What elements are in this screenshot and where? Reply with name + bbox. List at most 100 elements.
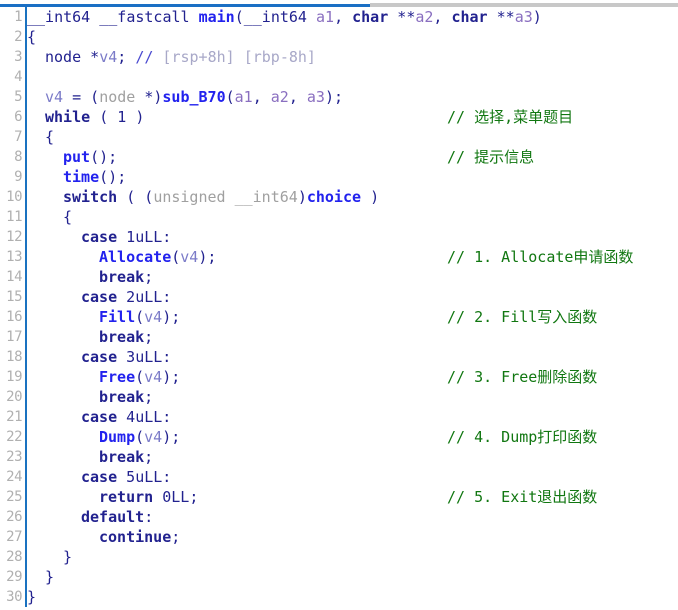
code-text[interactable]: Allocate(v4);: [99, 247, 216, 267]
code-line[interactable]: 22 Dump(v4); // 4. Dump打印函数: [0, 427, 678, 447]
code-comment[interactable]: // 选择,菜单题目: [447, 107, 573, 127]
line-number: 18: [6, 349, 22, 365]
gutter-divider: [25, 87, 27, 107]
gutter-divider: [25, 167, 27, 187]
code-text[interactable]: node *v4; // [rsp+8h] [rbp-8h]: [45, 47, 316, 67]
code-line[interactable]: 25 return 0LL; // 5. Exit退出函数: [0, 487, 678, 507]
code-text[interactable]: }: [63, 547, 72, 567]
code-line[interactable]: 5 v4 = (node *)sub_B70(a1, a2, a3);: [0, 87, 678, 107]
gutter-divider: [25, 447, 27, 467]
gutter-divider: [25, 367, 27, 387]
code-line[interactable]: 17 break;: [0, 327, 678, 347]
code-line[interactable]: 20 break;: [0, 387, 678, 407]
line-number: 19: [6, 369, 22, 385]
line-number: 4: [14, 69, 22, 85]
pseudocode-editor[interactable]: 1 __int64 __fastcall main(__int64 a1, cha…: [0, 7, 678, 610]
code-text[interactable]: break;: [99, 267, 153, 287]
code-line[interactable]: 15 case 2uLL:: [0, 287, 678, 307]
line-number: 11: [6, 209, 22, 225]
line-number: 28: [6, 549, 22, 565]
gutter-divider: [25, 467, 27, 487]
code-text[interactable]: switch ( (unsigned __int64)choice ): [63, 187, 379, 207]
code-text[interactable]: Dump(v4);: [99, 427, 180, 447]
code-text[interactable]: time();: [63, 167, 126, 187]
code-text[interactable]: put();: [63, 147, 117, 167]
code-text[interactable]: default:: [81, 507, 153, 527]
code-text[interactable]: }: [45, 567, 54, 587]
code-text[interactable]: {: [63, 207, 72, 227]
gutter-divider: [25, 187, 27, 207]
gutter-divider: [25, 147, 27, 167]
gutter-divider: [25, 507, 27, 527]
line-number: 2: [14, 29, 22, 45]
code-text[interactable]: case 5uLL:: [81, 467, 171, 487]
code-text[interactable]: case 2uLL:: [81, 287, 171, 307]
code-text[interactable]: {: [27, 27, 36, 47]
code-line[interactable]: 7{: [0, 127, 678, 147]
code-text[interactable]: __int64 __fastcall main(__int64 a1, char…: [27, 7, 542, 27]
code-line[interactable]: 10 switch ( (unsigned __int64)choice ): [0, 187, 678, 207]
code-line[interactable]: 27 continue;: [0, 527, 678, 547]
code-line[interactable]: 2{: [0, 27, 678, 47]
code-line[interactable]: 30}: [0, 587, 678, 607]
code-line[interactable]: 4: [0, 67, 678, 87]
tab-strip[interactable]: [0, 0, 678, 7]
line-number: 3: [14, 49, 22, 65]
code-line[interactable]: 8 put(); // 提示信息: [0, 147, 678, 167]
code-line[interactable]: 11 {: [0, 207, 678, 227]
code-text[interactable]: case 3uLL:: [81, 347, 171, 367]
code-text[interactable]: v4 = (node *)sub_B70(a1, a2, a3);: [45, 87, 343, 107]
code-line[interactable]: 21 case 4uLL:: [0, 407, 678, 427]
code-text[interactable]: continue;: [99, 527, 180, 547]
line-number: 8: [14, 149, 22, 165]
code-line[interactable]: 6 while ( 1 ) // 选择,菜单题目: [0, 107, 678, 127]
code-comment[interactable]: // 2. Fill写入函数: [447, 307, 597, 327]
code-comment[interactable]: // 5. Exit退出函数: [447, 487, 597, 507]
code-line[interactable]: 24 case 5uLL:: [0, 467, 678, 487]
code-line[interactable]: 18 case 3uLL:: [0, 347, 678, 367]
code-comment[interactable]: // 提示信息: [447, 147, 534, 167]
code-comment[interactable]: // 4. Dump打印函数: [447, 427, 597, 447]
code-line[interactable]: 1 __int64 __fastcall main(__int64 a1, cha…: [0, 7, 678, 27]
code-line[interactable]: 23 break;: [0, 447, 678, 467]
code-line[interactable]: 9 time();: [0, 167, 678, 187]
code-line[interactable]: 19 Free(v4); // 3. Free删除函数: [0, 367, 678, 387]
line-number: 12: [6, 229, 22, 245]
code-comment[interactable]: // 1. Allocate申请函数: [447, 247, 633, 267]
line-number: 27: [6, 529, 22, 545]
code-text[interactable]: break;: [99, 447, 153, 467]
gutter-divider: [25, 127, 27, 147]
code-text[interactable]: case 1uLL:: [81, 227, 171, 247]
gutter-divider: [25, 427, 27, 447]
code-line[interactable]: 12 case 1uLL:: [0, 227, 678, 247]
code-text[interactable]: }: [27, 587, 36, 607]
code-text[interactable]: Free(v4);: [99, 367, 180, 387]
line-number: 6: [14, 109, 22, 125]
line-number: 9: [14, 169, 22, 185]
code-line[interactable]: 28}: [0, 547, 678, 567]
code-text[interactable]: {: [45, 127, 54, 147]
gutter-divider: [25, 327, 27, 347]
code-line[interactable]: 3 node *v4; // [rsp+8h] [rbp-8h]: [0, 47, 678, 67]
code-line[interactable]: 14 break;: [0, 267, 678, 287]
code-line[interactable]: 16 Fill(v4); // 2. Fill写入函数: [0, 307, 678, 327]
gutter-divider: [25, 47, 27, 67]
gutter-divider: [25, 547, 27, 567]
code-text[interactable]: Fill(v4);: [99, 307, 180, 327]
line-number: 24: [6, 469, 22, 485]
line-number: 22: [6, 429, 22, 445]
code-text[interactable]: return 0LL;: [99, 487, 198, 507]
code-text[interactable]: while ( 1 ): [45, 107, 144, 127]
line-number: 15: [6, 289, 22, 305]
code-text[interactable]: break;: [99, 327, 153, 347]
code-line[interactable]: 13 Allocate(v4); // 1. Allocate申请函数: [0, 247, 678, 267]
code-text[interactable]: break;: [99, 387, 153, 407]
code-line[interactable]: 26 default:: [0, 507, 678, 527]
gutter-divider: [25, 67, 27, 87]
gutter-divider: [25, 387, 27, 407]
code-text[interactable]: case 4uLL:: [81, 407, 171, 427]
code-line[interactable]: 29}: [0, 567, 678, 587]
line-number: 10: [6, 189, 22, 205]
code-comment[interactable]: // 3. Free删除函数: [447, 367, 597, 387]
line-number: 26: [6, 509, 22, 525]
